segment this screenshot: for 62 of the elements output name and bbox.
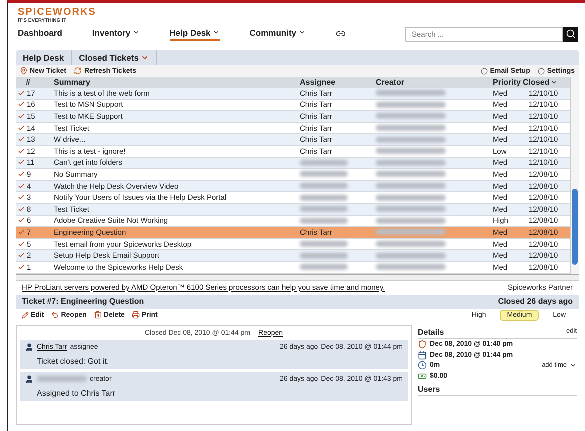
money-icon [418, 372, 427, 380]
radio-icon [538, 68, 546, 74]
blurred-name [300, 160, 348, 166]
blurred-name [376, 206, 446, 212]
blurred-name [376, 148, 446, 154]
pencil-icon [22, 312, 29, 318]
blurred-name [376, 218, 446, 224]
blurred-name [376, 252, 446, 259]
users-title: Users [418, 385, 440, 394]
column-header[interactable]: Summary [54, 78, 300, 87]
blurred-name [376, 241, 446, 248]
column-header[interactable]: Priority [493, 78, 523, 87]
calendar-icon [418, 350, 427, 360]
logo: SPICEWORKS [18, 7, 96, 18]
blurred-name [376, 194, 446, 201]
column-header[interactable]: Closed [523, 78, 570, 87]
entry-text: Assigned to Chris Tarr [36, 388, 117, 398]
ticket-status: Closed 26 days ago [498, 297, 573, 306]
pin-icon [20, 67, 28, 75]
blurred-name [37, 376, 87, 382]
blurred-name [376, 136, 446, 143]
nav-item[interactable]: Dashboard [18, 28, 62, 40]
sort-icon [550, 79, 558, 86]
radio-icon [481, 68, 488, 74]
column-header[interactable]: Creator [376, 78, 493, 87]
clock-icon [418, 361, 427, 370]
undo-icon [51, 311, 60, 319]
scrollbar[interactable] [570, 77, 579, 274]
blurred-name [300, 171, 348, 178]
blurred-name [300, 194, 348, 201]
blurred-name [300, 252, 348, 259]
details-title: Details [418, 328, 444, 336]
blurred-name [376, 183, 446, 190]
user-icon [25, 374, 34, 384]
link-icon[interactable] [336, 29, 346, 39]
printer-icon [132, 311, 140, 319]
blurred-name [300, 218, 348, 224]
blurred-name [300, 264, 348, 270]
blurred-name [300, 206, 348, 212]
blurred-name [376, 171, 446, 178]
search-button[interactable] [563, 26, 578, 42]
nav-item[interactable]: Community [250, 28, 306, 40]
blurred-name [376, 102, 446, 108]
blurred-name [376, 229, 446, 236]
refresh-icon [74, 67, 82, 75]
blurred-name [376, 264, 446, 270]
user-icon [25, 342, 34, 352]
column-header[interactable]: Assignee [300, 78, 376, 87]
blurred-name [300, 183, 348, 190]
blurred-name [376, 125, 446, 132]
blurred-name [376, 160, 446, 166]
shield-icon [418, 340, 427, 349]
nav-item[interactable]: Inventory [92, 28, 140, 40]
trash-icon [94, 311, 102, 319]
blurred-name [376, 90, 446, 96]
blurred-name [376, 113, 446, 120]
caret-icon [570, 362, 577, 369]
entry-text: Ticket closed: Got it. [36, 356, 110, 366]
column-header[interactable]: # [16, 78, 54, 87]
blurred-name [300, 241, 348, 248]
ticket-title: Ticket #7: Engineering Question [22, 297, 144, 306]
nav-item[interactable]: Help Desk [170, 28, 220, 40]
